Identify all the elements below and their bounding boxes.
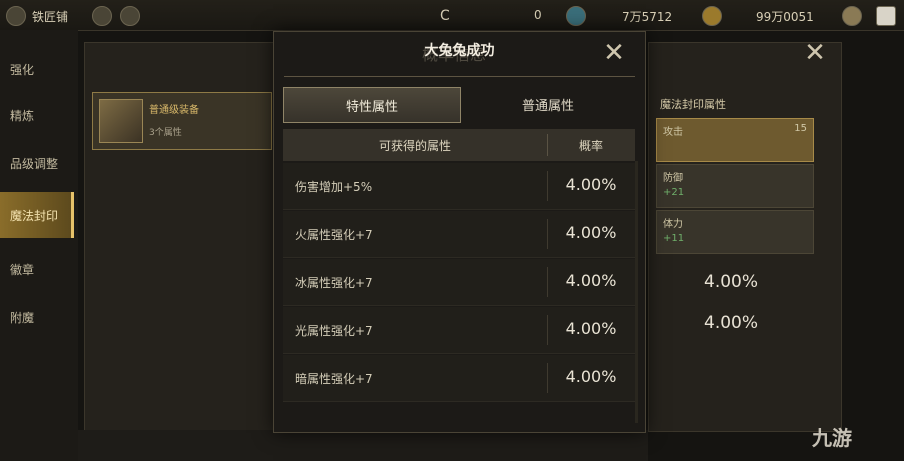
crystal-icon: [566, 6, 586, 26]
tab-label: 普通属性: [521, 98, 574, 114]
attribute-name: 暗属性强化+7: [295, 372, 373, 386]
currency-zero: 0: [534, 8, 542, 22]
tab-label: 特性属性: [345, 99, 398, 115]
column-header-rate: 概率: [578, 139, 603, 153]
menu-item-badge[interactable]: 徽章: [0, 246, 74, 292]
stat-value: 15: [794, 123, 807, 134]
outer-close-icon[interactable]: ✕: [802, 40, 828, 66]
page-title: 铁匠铺: [32, 10, 69, 24]
attribute-rate: 4.00%: [565, 319, 617, 338]
menu-item-label: 魔法封印: [10, 208, 59, 223]
bag-icon[interactable]: [842, 6, 862, 26]
table-row: 火属性强化+7 4.00%: [283, 211, 635, 258]
attribute-name: 伤害增加+5%: [295, 180, 373, 194]
stat-name: 体力: [663, 219, 683, 230]
menu-item-label: 附魔: [10, 310, 35, 325]
back-icon[interactable]: [6, 6, 26, 26]
stat-box[interactable]: 体力 +11: [656, 210, 814, 254]
stat-value: +11: [663, 233, 685, 244]
float-rate: 4.00%: [704, 313, 759, 333]
item-thumbnail: [99, 99, 143, 143]
top-bar: 铁匠铺 C 0 7万5712 99万0051: [0, 0, 904, 31]
menu-item-label: 徽章: [10, 262, 35, 277]
attribute-rate: 4.00%: [565, 223, 617, 242]
table-header: 可获得的属性 概率: [283, 129, 635, 161]
menu-item-label: 强化: [10, 62, 35, 77]
menu-item-refine[interactable]: 精炼: [0, 92, 74, 138]
attribute-rate: 4.00%: [565, 175, 617, 194]
stat-name: 防御: [663, 173, 683, 184]
table-row: 暗属性强化+7 4.00%: [283, 355, 635, 402]
refresh-icon[interactable]: C: [440, 8, 450, 24]
attribute-name: 冰属性强化+7: [295, 276, 373, 290]
attribute-name: 火属性强化+7: [295, 228, 373, 242]
float-rate: 4.00%: [704, 272, 759, 292]
seal-attribute-header: 魔法封印属性: [660, 98, 726, 111]
table-row: 光属性强化+7 4.00%: [283, 307, 635, 354]
item-name: 普通级装备: [149, 105, 199, 116]
menu-item-grade[interactable]: 品级调整: [0, 140, 74, 186]
probability-modal: 概率信息 大兔兔成功 ✕ 特性属性 普通属性 可获得的属性 概率 伤害增加+5%…: [273, 31, 646, 433]
gold-amount: 7万5712: [622, 10, 673, 24]
attribute-rate: 4.00%: [565, 367, 617, 386]
tab-special-attributes[interactable]: 特性属性: [283, 87, 461, 123]
stat-value: +21: [663, 187, 685, 198]
chat-icon[interactable]: [120, 6, 140, 26]
item-attribute-count: 3个属性: [149, 128, 182, 138]
close-icon[interactable]: ✕: [601, 40, 627, 66]
mail-icon[interactable]: [876, 6, 896, 26]
stat-name: 攻击: [663, 127, 683, 138]
currency2-amount: 99万0051: [756, 10, 814, 24]
table-row: 伤害增加+5% 4.00%: [283, 163, 635, 210]
modal-title: 大兔兔成功: [424, 43, 495, 59]
gold-coin-icon: [702, 6, 722, 26]
menu-item-enhance[interactable]: 强化: [0, 46, 74, 92]
stat-box[interactable]: 攻击 15: [656, 118, 814, 162]
tab-normal-attributes[interactable]: 普通属性: [460, 87, 636, 121]
menu-item-enchant[interactable]: 附魔: [0, 294, 74, 340]
item-card[interactable]: 普通级装备 3个属性: [92, 92, 272, 150]
attribute-name: 光属性强化+7: [295, 324, 373, 338]
watermark-logo: 九游: [812, 426, 852, 450]
menu-item-label: 精炼: [10, 108, 35, 123]
menu-item-magic-seal[interactable]: 魔法封印: [0, 192, 74, 238]
scrollbar[interactable]: [635, 161, 638, 423]
table-row: 冰属性强化+7 4.00%: [283, 259, 635, 306]
menu-item-label: 品级调整: [10, 156, 59, 171]
bottom-bar: [78, 430, 648, 461]
diamond-icon: [92, 6, 112, 26]
attribute-rate: 4.00%: [565, 271, 617, 290]
column-header-attribute: 可获得的属性: [378, 139, 451, 153]
left-menu: 强化 精炼 品级调整 魔法封印 徽章 附魔: [0, 30, 78, 461]
divider: [284, 76, 635, 77]
stat-box[interactable]: 防御 +21: [656, 164, 814, 208]
